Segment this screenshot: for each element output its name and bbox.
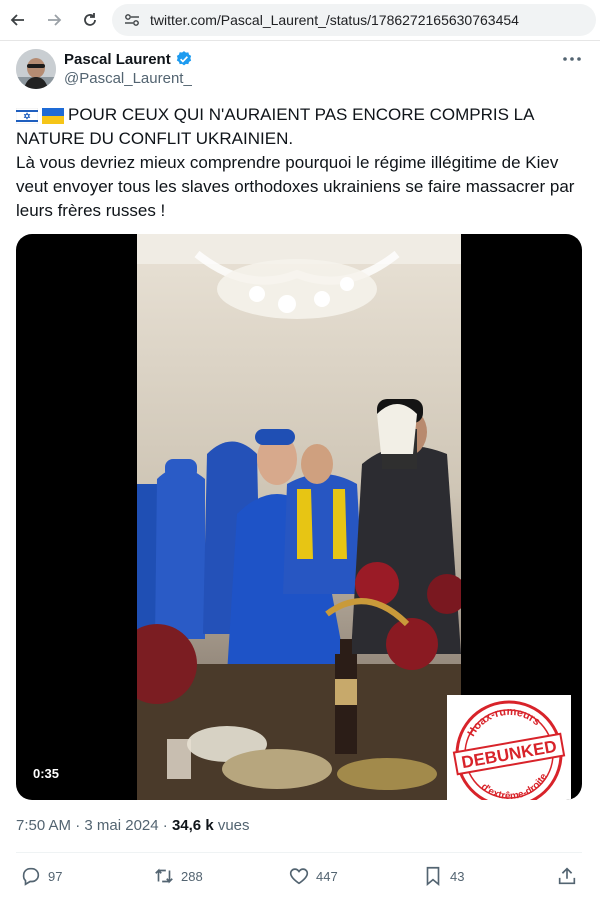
bookmark-icon [426,866,440,887]
back-arrow-icon [10,14,24,26]
divider [16,852,582,853]
browser-toolbar: twitter.com/Pascal_Laurent_/status/17862… [0,0,600,41]
reply-count: 97 [48,868,63,884]
video-duration: 0:35 [28,764,65,783]
more-options-button[interactable] [560,51,584,67]
israel-flag-icon [16,107,38,124]
tweet-time[interactable]: 7:50 AM [16,817,71,834]
repost-count: 288 [181,868,203,884]
author-name-text[interactable]: Pascal Laurent [64,51,171,68]
avatar[interactable] [16,49,56,89]
forward-arrow-icon [48,14,62,26]
bookmark-count: 43 [450,868,465,884]
meta-separator-2: · [162,817,168,834]
reload-icon [84,13,96,26]
back-button[interactable] [6,8,30,32]
reply-button[interactable]: 97 [20,862,62,890]
reload-button[interactable] [78,8,102,32]
forward-button[interactable] [42,8,66,32]
tweet-text: POUR CEUX QUI N'AURAIENT PAS ENCORE COMP… [16,103,576,223]
repost-button[interactable]: 288 [153,862,203,890]
verified-badge-icon [176,51,191,66]
author-handle[interactable]: @Pascal_Laurent_ [64,70,192,87]
author-name[interactable]: Pascal Laurent [64,50,193,68]
reply-icon [22,867,40,886]
repost-icon [155,868,173,884]
tweet-paragraph-2: Là vous devriez mieux comprendre pourquo… [16,151,576,223]
action-bar: 97 288 447 43 [0,862,600,892]
tweet-line-2: Là vous devriez mieux comprendre pourquo… [16,153,575,220]
like-count: 447 [316,868,338,884]
video-frame[interactable] [137,234,461,800]
heart-icon [289,868,309,885]
like-button[interactable]: 447 [288,862,338,890]
tweet-meta: 7:50 AM · 3 mai 2024 · 34,6 k vues [16,817,250,834]
bookmark-button[interactable]: 43 [422,862,464,890]
tweet-paragraph-1: POUR CEUX QUI N'AURAIENT PAS ENCORE COMP… [16,103,576,151]
share-icon [558,867,576,885]
video-player[interactable]: 0:35 Hoax-rumeurs DEBUNKED d'extrême-dro… [16,234,582,800]
address-bar[interactable]: twitter.com/Pascal_Laurent_/status/17862… [112,4,596,36]
meta-separator: · [75,817,81,834]
tweet-date[interactable]: 3 mai 2024 [84,817,158,834]
view-label: vues [217,817,250,834]
more-dots-icon [563,57,581,61]
site-info-icon[interactable] [118,8,146,32]
debunked-stamp: Hoax-rumeurs DEBUNKED d'extrême-droite [447,695,571,800]
url-text[interactable]: twitter.com/Pascal_Laurent_/status/17862… [150,12,519,28]
ukraine-flag-icon [42,107,64,124]
share-button[interactable] [556,862,578,890]
view-count: 34,6 k [171,817,214,834]
tweet-line-1: POUR CEUX QUI N'AURAIENT PAS ENCORE COMP… [16,105,534,148]
